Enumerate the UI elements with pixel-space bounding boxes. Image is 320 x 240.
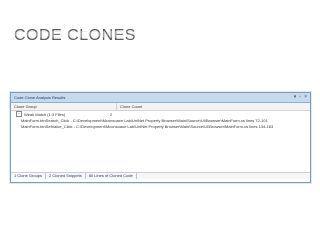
clone-grid: − Weak Match (1:3 Files) 2 MainForm.btnS… xyxy=(11,111,310,173)
cloned-snippet-row[interactable]: MainForm.btnSearch_Click - C:\Developmen… xyxy=(11,117,310,123)
code-clone-results-window: Code Clone Analysis Results ▾ ▫ × Clone … xyxy=(10,92,311,183)
tab-lines-of-cloned-code[interactable]: 80 Lines of Cloned Code xyxy=(86,173,137,179)
window-menu-icon[interactable]: ▾ xyxy=(294,95,297,100)
clone-group-label: Weak Match (1:3 Files) xyxy=(24,111,66,117)
column-header-clone-group[interactable]: Clone Group xyxy=(11,103,117,110)
expand-collapse-icon[interactable]: − xyxy=(16,111,22,117)
tab-clone-groups[interactable]: 1 Clone Groups xyxy=(11,173,47,179)
window-title-bar: Code Clone Analysis Results ▾ ▫ × xyxy=(11,93,310,103)
pin-icon[interactable]: ▫ xyxy=(299,95,301,100)
close-icon[interactable]: × xyxy=(304,95,307,100)
grid-header: Clone Group Clone Count xyxy=(11,103,310,111)
window-controls: ▾ ▫ × xyxy=(294,95,307,100)
clone-group-count: 2 xyxy=(110,111,113,117)
results-tabs: 1 Clone Groups 2 Cloned Snippets 80 Line… xyxy=(11,173,310,179)
column-header-clone-count[interactable]: Clone Count xyxy=(117,103,310,110)
slide-title: Code Clones xyxy=(14,27,136,44)
tab-cloned-snippets[interactable]: 2 Cloned Snippets xyxy=(46,173,86,179)
window-title: Code Clone Analysis Results xyxy=(14,95,66,100)
cloned-snippet-row[interactable]: MainForm.btnSetValue_Click - C:\Developm… xyxy=(11,123,310,129)
